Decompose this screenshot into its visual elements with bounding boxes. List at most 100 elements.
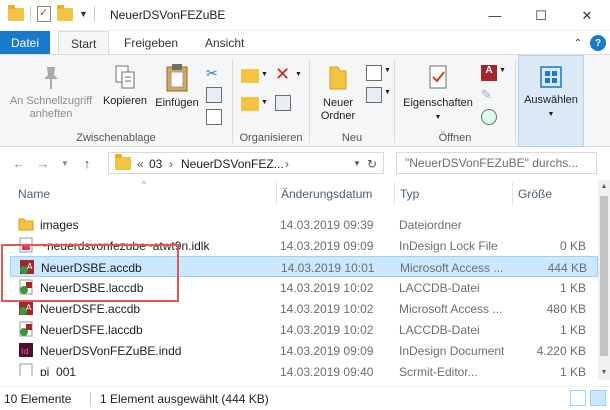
file-size: 4.220 KB [536, 344, 586, 358]
forward-icon[interactable]: → [34, 156, 52, 171]
column-header-type[interactable]: Typ [400, 187, 419, 201]
properties-icon [429, 65, 447, 89]
move-to-icon[interactable] [241, 69, 259, 83]
list-item[interactable]: pi_001 14.03.2019 09:40 Scrmit-Editor...… [10, 361, 598, 376]
file-type: InDesign Lock File [399, 239, 498, 253]
pin-quick-access-button[interactable]: An Schnellzugriff anheften [6, 63, 96, 121]
chevron-down-icon: ▼ [384, 89, 391, 96]
new-item-icon[interactable] [366, 65, 382, 81]
breadcrumb-separator[interactable]: › [285, 157, 289, 171]
column-header-size[interactable]: Größe [518, 187, 552, 201]
list-item[interactable]: NeuerDSFE.laccdb 14.03.2019 10:02 LACCDB… [10, 319, 598, 340]
scroll-down-icon[interactable]: ▼ [598, 366, 610, 380]
tab-start[interactable]: Start [58, 31, 110, 55]
file-type: Scrmit-Editor... [399, 365, 478, 376]
quick-access-toolbar: ▼ [8, 4, 95, 22]
search-input[interactable]: "NeuerDSVonFEZuBE" durchs... [396, 152, 597, 174]
copy-button[interactable]: Kopieren [100, 63, 150, 108]
copy-path-icon[interactable] [206, 87, 222, 103]
group-label-organisieren: Organisieren [239, 132, 303, 144]
vertical-scrollbar[interactable]: ▲ ▼ [598, 180, 610, 380]
refresh-icon[interactable]: ↻ [367, 157, 377, 171]
list-item[interactable]: images 14.03.2019 09:39 Dateiordner [10, 214, 598, 235]
edit-icon[interactable]: ✎ [481, 87, 497, 103]
new-folder-button[interactable]: Neuer Ordner [314, 63, 362, 123]
chevron-down-icon[interactable]: ▼ [353, 159, 361, 168]
divider[interactable] [512, 182, 513, 206]
group-zwischenablage: An Schnellzugriff anheften Kopieren Einf… [0, 55, 232, 147]
tab-freigeben[interactable]: Freigeben [112, 31, 190, 55]
breadcrumb-item-current[interactable]: NeuerDSVonFEZ... [181, 157, 284, 171]
chevron-down-icon: ▼ [295, 71, 302, 78]
open-icon[interactable]: A [481, 65, 497, 81]
address-bar[interactable]: « 03 › NeuerDSVonFEZ... › ▼ ↻ [108, 152, 384, 174]
divider[interactable] [276, 182, 277, 206]
history-icon[interactable] [481, 109, 497, 125]
file-size: 480 KB [546, 302, 586, 316]
copy-to-icon[interactable] [241, 97, 259, 111]
back-icon[interactable]: ← [10, 156, 28, 171]
new-folder-icon[interactable] [57, 4, 73, 21]
select-label: Auswählen [524, 94, 578, 106]
chevron-down-icon: ▼ [434, 114, 442, 121]
divider [90, 392, 91, 406]
breadcrumb-item-03[interactable]: 03 [149, 157, 162, 171]
copy-label: Kopieren [102, 95, 148, 107]
details-view-icon[interactable] [570, 390, 586, 406]
column-header-date[interactable]: Änderungsdatum [281, 187, 372, 201]
delete-icon[interactable]: ✕ [275, 64, 290, 85]
copy-icon [115, 65, 135, 89]
maximize-button[interactable]: ☐ [518, 0, 564, 31]
scrollbar-thumb[interactable] [600, 196, 608, 356]
column-header-name[interactable]: Name [18, 187, 50, 201]
ribbon-collapse-icon[interactable]: ⌃ [570, 35, 586, 51]
list-item[interactable]: Id NeuerDSVonFEZuBE.indd 14.03.2019 09:0… [10, 340, 598, 361]
status-bar: 10 Elemente 1 Element ausgewählt (444 KB… [0, 386, 610, 410]
properties-button[interactable]: Eigenschaften ▼ [399, 63, 477, 124]
properties-icon[interactable] [37, 6, 51, 22]
search-placeholder: "NeuerDSVonFEZuBE" durchs... [405, 156, 579, 170]
help-icon[interactable]: ? [590, 35, 606, 51]
paste-shortcut-icon[interactable] [206, 109, 222, 125]
breadcrumb-overflow[interactable]: « [137, 157, 144, 171]
group-auswaehlen[interactable]: Auswählen ▼ [518, 55, 584, 147]
select-button[interactable]: Auswählen ▼ [519, 64, 583, 121]
file-type: Microsoft Access ... [400, 261, 504, 275]
ribbon-tabs: Datei Start Freigeben Ansicht ⌃ ? [0, 31, 610, 55]
large-icons-view-icon[interactable] [590, 390, 606, 406]
paste-icon [166, 64, 188, 92]
file-date: 14.03.2019 09:39 [280, 218, 374, 232]
file-date: 14.03.2019 09:09 [280, 239, 374, 253]
tab-datei[interactable]: Datei [0, 31, 50, 55]
tab-ansicht[interactable]: Ansicht [193, 31, 256, 55]
qat-dropdown-icon[interactable]: ▼ [79, 9, 88, 19]
svg-text:Id: Id [21, 347, 28, 356]
rename-icon[interactable] [275, 95, 291, 111]
folder-icon [115, 154, 131, 170]
up-icon[interactable]: ↑ [78, 156, 96, 171]
paste-button[interactable]: Einfügen [152, 63, 202, 110]
divider[interactable] [394, 182, 395, 206]
pin-label-2: anheften [29, 108, 73, 120]
file-name: NeuerDSVonFEZuBE.indd [40, 344, 182, 358]
chevron-down-icon: ▼ [499, 67, 506, 74]
chevron-down-icon: ▼ [384, 67, 391, 74]
folder-icon [18, 216, 34, 232]
item-count: 10 Elemente [4, 392, 72, 406]
divider [30, 6, 31, 22]
recent-dropdown-icon[interactable]: ▼ [56, 159, 74, 168]
easy-access-icon[interactable] [366, 87, 382, 103]
new-folder-icon [329, 66, 347, 90]
pin-icon [44, 67, 58, 89]
breadcrumb-separator[interactable]: › [169, 157, 173, 171]
access-file-icon: A [18, 300, 34, 316]
scroll-up-icon[interactable]: ▲ [598, 180, 610, 194]
cut-icon[interactable]: ✂ [206, 65, 222, 81]
close-button[interactable]: ✕ [564, 0, 610, 31]
group-label-zwischenablage: Zwischenablage [76, 132, 156, 144]
minimize-button[interactable]: — [472, 0, 518, 31]
file-size: 1 KB [559, 323, 586, 337]
group-organisieren: ▼ ✕ ▼ ▼ Organisieren [233, 55, 309, 147]
file-size: 1 KB [559, 365, 586, 376]
file-type: LACCDB-Datei [399, 323, 480, 337]
